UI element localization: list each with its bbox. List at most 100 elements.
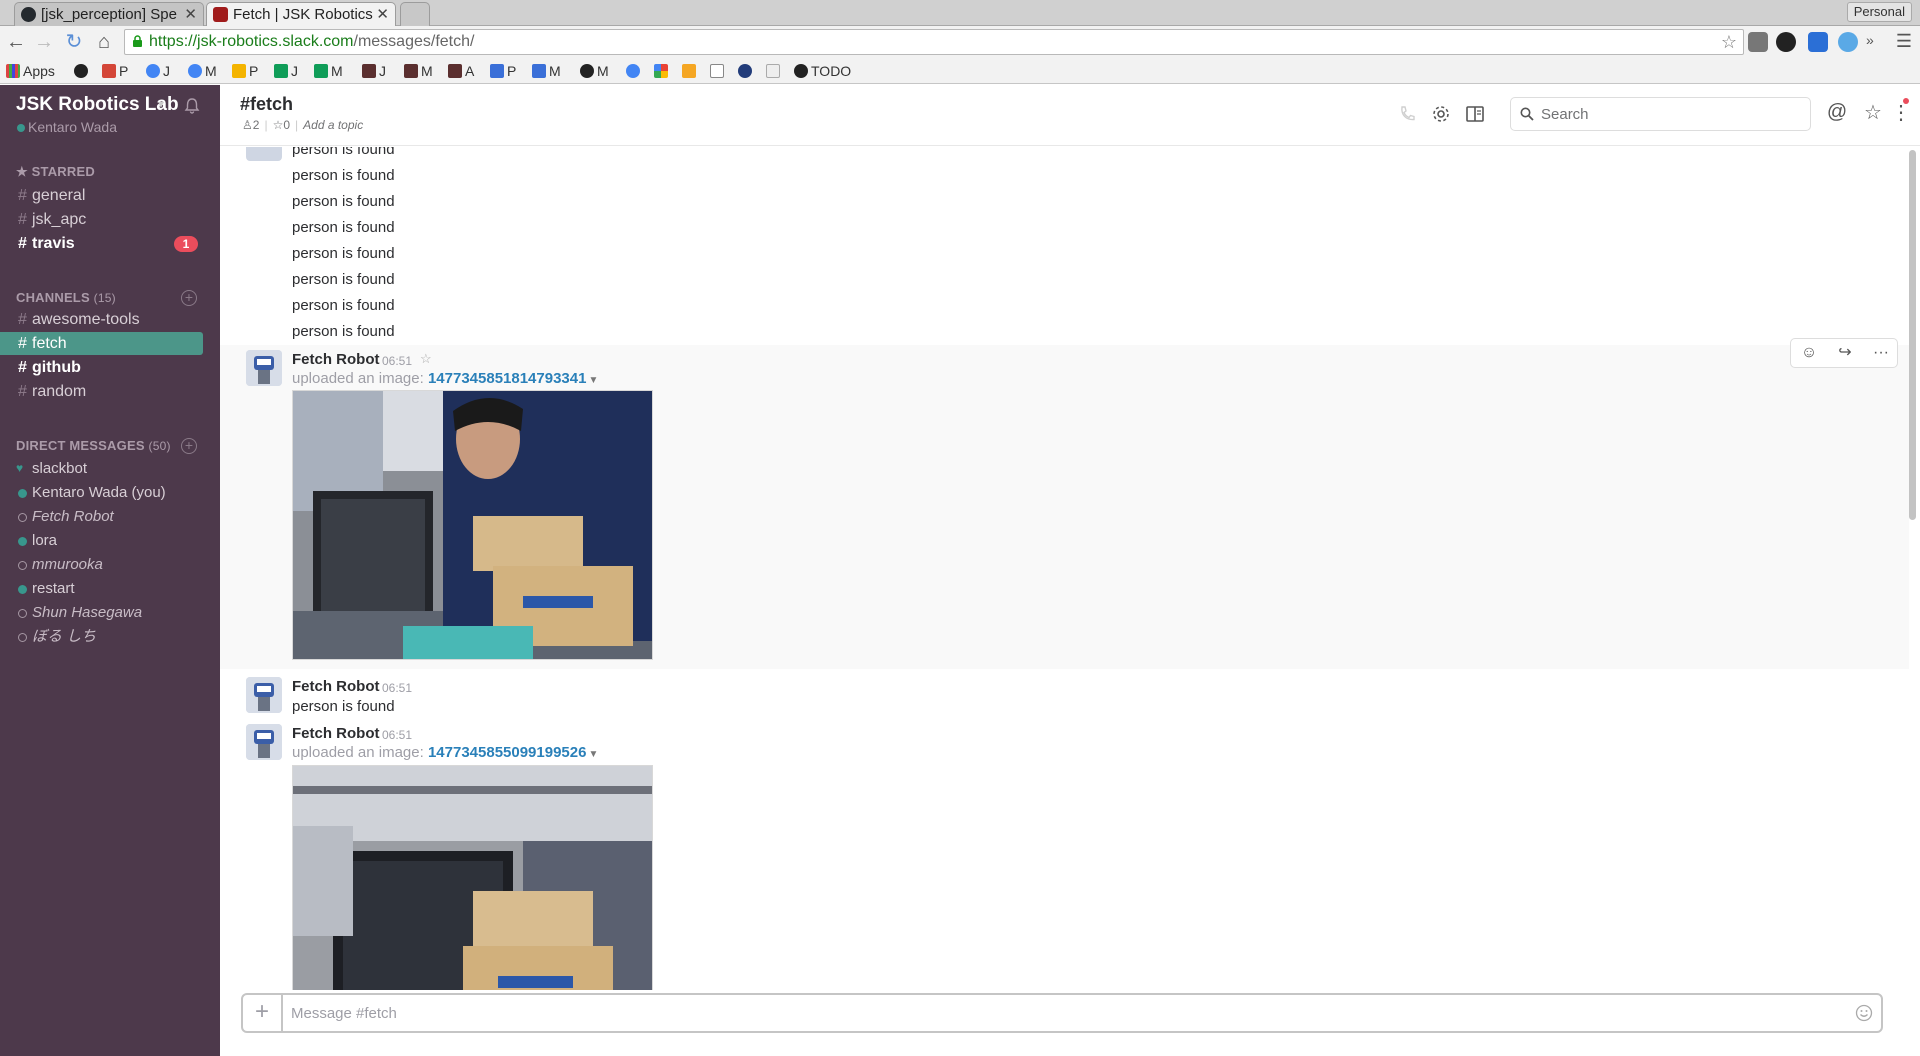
check-extension-icon[interactable] [1838, 32, 1858, 52]
bookmark-drive-p[interactable]: P [232, 61, 258, 81]
browser-tab-fetch[interactable]: Fetch | JSK Robotics ✕ [206, 2, 396, 27]
add-topic-link[interactable]: Add a topic [303, 118, 363, 132]
sidebar-item-fetch[interactable]: # fetch [0, 332, 203, 355]
timestamp[interactable]: 06:51 [382, 681, 412, 695]
dm-item-kentaro-wada[interactable]: Kentaro Wada (you) [0, 481, 203, 504]
pin-count[interactable]: 0 [283, 118, 290, 132]
star-icon[interactable]: ☆ [1862, 100, 1884, 124]
current-user-name[interactable]: Kentaro Wada [28, 119, 117, 135]
bookmark-box[interactable] [682, 61, 699, 81]
avatar[interactable] [246, 677, 282, 713]
share-icon[interactable]: ↪ [1827, 339, 1863, 367]
menu-icon[interactable]: ☰ [1896, 31, 1912, 52]
sidebar-item-awesome-tools[interactable]: # awesome-tools [0, 308, 203, 331]
bookmark-apps[interactable]: Apps [6, 61, 55, 81]
bookmark-github-m[interactable]: M [580, 61, 609, 81]
bookmark-drive-m[interactable]: M [314, 61, 343, 81]
add-channel-icon[interactable]: + [181, 290, 197, 306]
bookmark-slack-j[interactable]: J [362, 61, 386, 81]
more-extensions-icon[interactable]: » [1866, 32, 1886, 52]
add-reaction-icon[interactable]: ☺ [1791, 339, 1827, 367]
bookmark-calendar-p[interactable]: P [490, 61, 516, 81]
screen-extension-icon[interactable] [1808, 32, 1828, 52]
sender-name[interactable]: Fetch Robot [292, 678, 380, 695]
uploaded-image[interactable] [292, 765, 653, 990]
dm-item-shun-hasegawa[interactable]: Shun Hasegawa [0, 601, 203, 624]
bookmark-google-m[interactable]: M [188, 61, 217, 81]
dm-item-mmurooka[interactable]: mmurooka [0, 553, 203, 576]
emoji-icon[interactable] [1855, 1004, 1873, 1022]
reload-icon[interactable]: ↻ [62, 30, 86, 54]
sender-name[interactable]: Fetch Robot [292, 351, 380, 368]
back-arrow-icon[interactable]: ← [4, 30, 28, 54]
scrollbar[interactable] [1909, 150, 1916, 985]
search-box[interactable] [1510, 97, 1811, 131]
channels-header[interactable]: CHANNELS (15) [16, 290, 116, 305]
avatar[interactable] [246, 724, 282, 760]
bookmark-calendar-m[interactable]: M [532, 61, 561, 81]
new-tab-button[interactable] [400, 2, 430, 26]
team-name[interactable]: JSK Robotics Lab [16, 94, 179, 116]
file-link[interactable]: 1477345855099199526 [428, 744, 587, 761]
address-bar[interactable]: https://jsk-robotics.slack.com/messages/… [124, 29, 1744, 55]
sidebar-item-github[interactable]: # github [0, 356, 203, 379]
bell-icon[interactable] [183, 97, 201, 115]
sidebar-toggle-icon[interactable] [1464, 103, 1486, 125]
bookmark-github[interactable] [74, 61, 91, 81]
bookmark-globe[interactable] [738, 61, 755, 81]
close-icon[interactable]: ✕ [184, 3, 197, 26]
message-pane[interactable]: person is found person is found person i… [220, 147, 1909, 990]
channel-title[interactable]: #fetch [240, 94, 293, 115]
more-actions-icon[interactable]: ··· [1863, 339, 1899, 367]
bookmark-doc[interactable] [710, 61, 727, 81]
bookmark-todo[interactable]: TODO [794, 61, 851, 81]
dm-item-restart[interactable]: restart [0, 577, 203, 600]
dm-item-fetch-robot[interactable]: Fetch Robot [0, 505, 203, 528]
starred-header[interactable]: ★ STARRED [16, 164, 95, 180]
chevron-down-icon[interactable]: ▾ [158, 97, 164, 111]
forward-arrow-icon[interactable]: → [32, 30, 56, 54]
bookmark-slack-m[interactable]: M [404, 61, 433, 81]
add-dm-icon[interactable]: + [181, 438, 197, 454]
chevron-down-icon[interactable]: ▼ [588, 749, 598, 760]
dm-item-boru-shichi[interactable]: ぼる しち [0, 625, 203, 648]
sidebar-item-travis[interactable]: # travis 1 [0, 232, 203, 255]
message-item[interactable]: Fetch Robot 06:51 ☆ uploaded an image: 1… [220, 338, 1909, 669]
chevron-down-icon[interactable]: ▼ [588, 375, 598, 386]
sender-name[interactable]: Fetch Robot [292, 725, 380, 742]
dm-item-slackbot[interactable]: ♥ slackbot [0, 457, 203, 480]
avatar[interactable] [246, 147, 282, 161]
attach-plus-button[interactable]: + [243, 995, 283, 1031]
profile-label[interactable]: Personal [1846, 2, 1912, 22]
timestamp[interactable]: 06:51 [382, 728, 412, 742]
file-link[interactable]: 1477345851814793341 [428, 370, 587, 387]
extension-icon[interactable] [1748, 32, 1768, 52]
phone-icon[interactable] [1396, 103, 1418, 125]
message-input[interactable] [291, 999, 1811, 1027]
more-vertical-icon[interactable]: ⋮ [1890, 100, 1912, 124]
uploaded-image[interactable] [292, 390, 653, 660]
home-icon[interactable]: ⌂ [92, 30, 116, 54]
sidebar-item-general[interactable]: # general [0, 184, 203, 207]
star-icon[interactable]: ☆ [420, 351, 432, 367]
sidebar-item-random[interactable]: # random [0, 380, 203, 403]
scrollbar-thumb[interactable] [1909, 150, 1916, 520]
message-item[interactable]: Fetch Robot 06:51 uploaded an image: 147… [220, 721, 1909, 990]
direct-messages-header[interactable]: DIRECT MESSAGES (50) [16, 438, 171, 453]
bookmark-gmail-p[interactable]: P [102, 61, 128, 81]
member-count[interactable]: 2 [253, 118, 260, 132]
browser-tab-jsk-perception[interactable]: [jsk_perception] Spe ✕ [14, 2, 204, 26]
bookmark-slack-a[interactable]: A [448, 61, 474, 81]
avatar[interactable] [246, 350, 282, 386]
bookmark-page[interactable] [766, 61, 783, 81]
bookmark-photos[interactable] [654, 61, 671, 81]
bookmark-google-j[interactable]: J [146, 61, 170, 81]
search-input[interactable] [1541, 100, 1801, 128]
bookmark-google[interactable] [626, 61, 643, 81]
close-icon[interactable]: ✕ [376, 3, 389, 26]
timestamp[interactable]: 06:51 [382, 354, 412, 368]
bookmark-drive-j[interactable]: J [274, 61, 298, 81]
mentions-icon[interactable]: @ [1826, 101, 1848, 123]
github-extension-icon[interactable] [1776, 32, 1796, 52]
gear-icon[interactable] [1430, 103, 1452, 125]
